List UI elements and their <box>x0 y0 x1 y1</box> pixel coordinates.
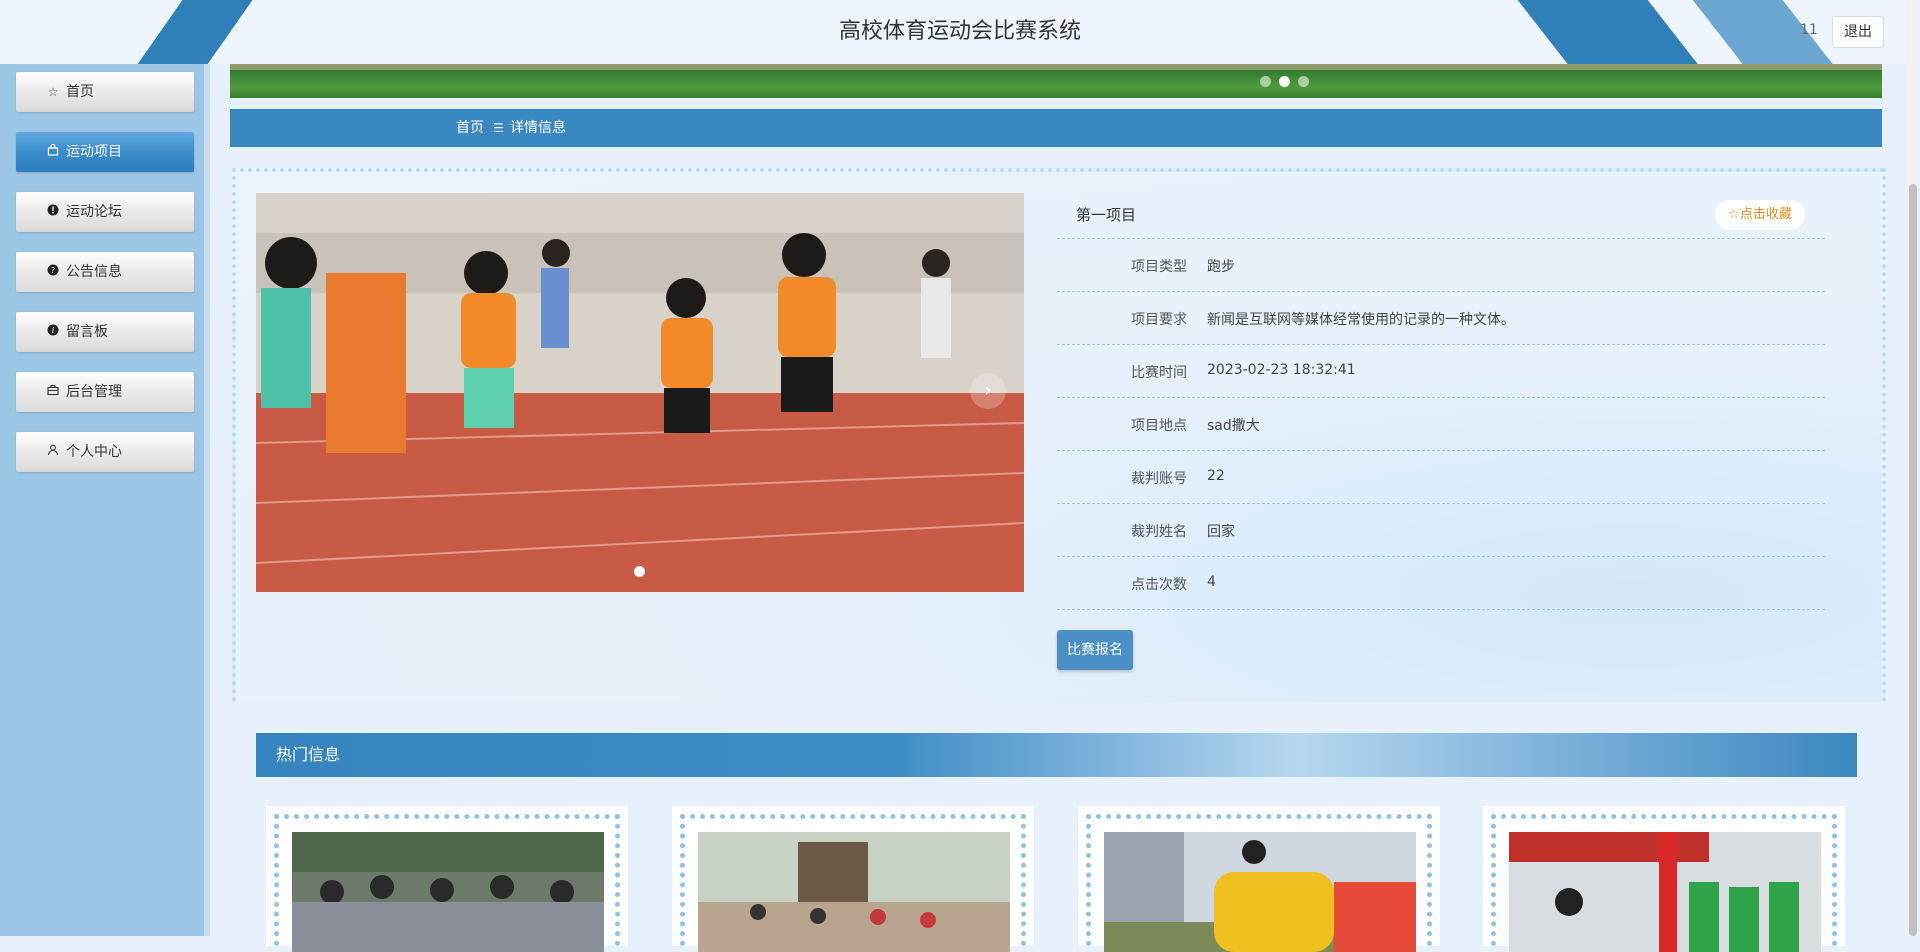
field-row: 项目类型 跑步 <box>1057 239 1825 292</box>
hot-card[interactable] <box>672 806 1034 952</box>
sidebar-item-label: 运动论坛 <box>66 204 122 220</box>
field-row: 项目地点 sad撒大 <box>1057 398 1825 451</box>
field-label: 项目地点 <box>1131 418 1187 434</box>
breadcrumb-separator-icon: ☰ <box>493 121 504 135</box>
carousel-dot[interactable] <box>1260 76 1271 87</box>
username: 11 <box>1800 22 1818 38</box>
hot-card-image[interactable] <box>1104 832 1416 952</box>
field-label: 比赛时间 <box>1131 365 1187 381</box>
sidebar-item-label: 个人中心 <box>66 444 122 460</box>
sidebar-item-admin[interactable]: 后台管理 <box>16 372 194 412</box>
image-indicator-dot[interactable] <box>634 566 645 577</box>
hot-card[interactable] <box>1483 806 1845 952</box>
sidebar-item-label: 后台管理 <box>66 384 122 400</box>
field-value: sad撒大 <box>1207 418 1260 434</box>
field-value: 22 <box>1207 468 1225 484</box>
field-value: 回家 <box>1207 524 1235 540</box>
field-label: 点击次数 <box>1131 577 1187 593</box>
sidebar-item-label: 留言板 <box>66 324 108 340</box>
field-label: 裁判账号 <box>1131 471 1187 487</box>
sidebar-item-home[interactable]: ☆ 首页 <box>16 72 194 112</box>
sidebar-item-sports-projects[interactable]: 运动项目 <box>16 132 194 172</box>
app-title: 高校体育运动会比赛系统 <box>838 19 1081 44</box>
bag-icon <box>46 132 60 172</box>
sidebar-item-label: 公告信息 <box>66 264 122 280</box>
banner-track-strip <box>230 64 1882 70</box>
sidebar-rail <box>204 64 210 936</box>
star-outline-icon: ☆ <box>47 85 59 99</box>
sidebar-item-notices[interactable]: ? 公告信息 <box>16 252 194 292</box>
breadcrumb: 首页 ☰ 详情信息 <box>230 109 1882 147</box>
field-label: 项目类型 <box>1131 259 1187 275</box>
favorite-button[interactable]: ☆点击收藏 <box>1715 200 1805 230</box>
hot-card-image[interactable] <box>1509 832 1821 952</box>
question-circle-icon: ? <box>46 252 60 292</box>
sidebar-item-forum[interactable]: 运动论坛 <box>16 192 194 232</box>
hot-section-header: 热门信息 <box>256 733 1857 777</box>
briefcase-icon <box>46 372 60 412</box>
top-bar: 高校体育运动会比赛系统 11 退出 <box>0 0 1920 64</box>
sidebar-item-profile[interactable]: 个人中心 <box>16 432 194 472</box>
field-label: 裁判姓名 <box>1131 524 1187 540</box>
relay-race-image <box>256 193 1024 592</box>
field-value: 跑步 <box>1207 259 1235 275</box>
breadcrumb-current: 详情信息 <box>510 120 566 136</box>
hot-section-title: 热门信息 <box>276 745 341 764</box>
user-icon <box>46 432 60 472</box>
project-name: 第一项目 <box>1076 206 1137 224</box>
sidebar-item-message-board[interactable]: i 留言板 <box>16 312 194 352</box>
field-row: 点击次数 4 <box>1057 557 1825 610</box>
logout-button[interactable]: 退出 <box>1832 16 1884 48</box>
chevron-right-icon[interactable]: › <box>970 373 1006 409</box>
carousel-dot[interactable] <box>1298 76 1309 87</box>
field-label: 项目要求 <box>1131 312 1187 328</box>
field-value: 新闻是互联网等媒体经常使用的记录的一种文体。 <box>1207 312 1515 328</box>
field-value: 4 <box>1207 574 1216 590</box>
field-value: 2023-02-23 18:32:41 <box>1207 362 1356 378</box>
hot-card[interactable] <box>1078 806 1440 952</box>
field-row: 裁判账号 22 <box>1057 451 1825 504</box>
project-photo: › <box>256 193 1024 592</box>
field-row: 比赛时间 2023-02-23 18:32:41 <box>1057 345 1825 398</box>
field-row: 项目要求 新闻是互联网等媒体经常使用的记录的一种文体。 <box>1057 292 1825 345</box>
field-row: 裁判姓名 回家 <box>1057 504 1825 557</box>
svg-text:?: ? <box>51 266 55 275</box>
banner-carousel <box>230 64 1882 98</box>
carousel-dot-active[interactable] <box>1279 76 1290 87</box>
svg-text:i: i <box>52 326 55 335</box>
sidebar-item-label: 首页 <box>66 84 94 100</box>
project-name-row: 第一项目 ☆点击收藏 <box>1057 192 1825 239</box>
breadcrumb-home-link[interactable]: 首页 <box>456 109 484 147</box>
sidebar: ☆ 首页 运动项目 运动论坛 ? 公告信息 i 留言板 后台管理 个人中心 <box>0 64 210 936</box>
exclamation-circle-icon <box>46 192 60 232</box>
scrollbar-thumb[interactable] <box>1909 184 1917 936</box>
hot-card[interactable] <box>266 806 628 952</box>
page-scrollbar[interactable] <box>1906 0 1920 936</box>
hot-card-image[interactable] <box>698 832 1010 952</box>
info-circle-icon: i <box>46 312 60 352</box>
sidebar-item-label: 运动项目 <box>66 144 122 160</box>
hot-card-image[interactable] <box>292 832 604 952</box>
carousel-indicators <box>1260 72 1317 91</box>
signup-button[interactable]: 比赛报名 <box>1057 630 1133 670</box>
